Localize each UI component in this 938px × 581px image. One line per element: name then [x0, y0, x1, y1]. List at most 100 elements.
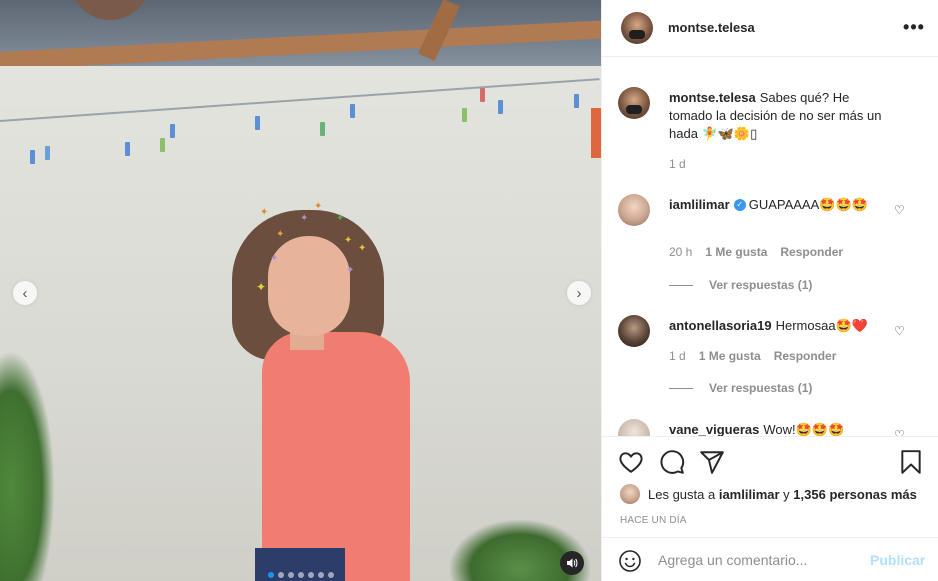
likes-others-link[interactable]: 1,356 personas más [793, 487, 917, 502]
comment-input[interactable] [658, 551, 858, 569]
clothespin [125, 142, 130, 156]
carousel-dot [268, 572, 274, 578]
clothespin [498, 100, 503, 114]
clothespin [170, 124, 175, 138]
like-comment-button[interactable]: ♡ [894, 325, 906, 337]
comment-time[interactable]: 20 h [669, 245, 692, 259]
avatar[interactable] [618, 87, 650, 119]
comment-username[interactable]: antonellasoria19 [669, 318, 772, 333]
butterfly-sticker: ✦ [344, 235, 353, 246]
comment-item: vane_vigueras Wow!🤩🤩🤩 ♡ [618, 419, 928, 437]
audio-toggle-button[interactable] [560, 551, 584, 575]
comment-icon[interactable] [659, 449, 685, 475]
chevron-left-icon: ‹ [22, 284, 28, 302]
carousel-dot [308, 572, 314, 578]
caption-block: montse.telesa Sabes qué? He tomado la dec… [618, 87, 928, 177]
butterfly-sticker: ✦ [314, 201, 323, 212]
clothespin [462, 108, 467, 122]
butterfly-sticker: ✦ [336, 213, 345, 224]
heart-outline-icon: ♡ [894, 203, 905, 217]
avatar[interactable] [621, 12, 653, 44]
comment-meta: 20 h 1 Me gusta Responder [669, 245, 843, 259]
comment-time[interactable]: 1 d [669, 349, 686, 363]
avatar[interactable] [618, 194, 650, 226]
carousel-dot [288, 572, 294, 578]
emoji-icon[interactable] [618, 549, 642, 573]
comment-likes[interactable]: 1 Me gusta [699, 349, 761, 363]
carousel-prev-button[interactable]: ‹ [13, 281, 37, 305]
post-header: montse.telesa ••• [602, 0, 938, 57]
clothespin [320, 122, 325, 136]
view-replies-button[interactable]: Ver respuestas (1) [669, 278, 812, 292]
like-comment-button[interactable]: ♡ [894, 204, 906, 216]
avatar[interactable] [620, 484, 640, 504]
clothespin [255, 116, 260, 130]
comment-item: antonellasoria19 Hermosaa🤩❤️ ♡ 1 d 1 Me g… [618, 315, 928, 415]
comment-text: vane_vigueras Wow!🤩🤩🤩 [669, 421, 891, 437]
clothespin [45, 146, 50, 160]
clothespin [30, 150, 35, 164]
post-actions: Les gusta a iamlilimar y 1,356 personas … [602, 437, 938, 537]
like-comment-button[interactable]: ♡ [894, 428, 906, 437]
caption-time[interactable]: 1 d [669, 157, 686, 171]
carousel-dots [268, 572, 334, 578]
publish-button[interactable]: Publicar [870, 552, 925, 568]
butterfly-sticker: ✦ [256, 280, 267, 294]
reply-button[interactable]: Responder [774, 349, 837, 363]
caption-text: montse.telesa Sabes qué? He tomado la dec… [669, 89, 891, 143]
more-icon: ••• [903, 17, 925, 37]
view-replies-label: Ver respuestas (1) [709, 278, 813, 292]
bookmark-icon[interactable] [898, 449, 924, 475]
comments-list[interactable]: montse.telesa Sabes qué? He tomado la dec… [602, 57, 938, 437]
post-author-username[interactable]: montse.telesa [668, 20, 755, 35]
likes-connector: y [783, 486, 790, 502]
view-replies-label: Ver respuestas (1) [709, 381, 813, 395]
clothespin [480, 88, 485, 102]
caption-meta: 1 d [669, 157, 686, 171]
reply-button[interactable]: Responder [780, 245, 843, 259]
photo-person-face [268, 236, 350, 336]
comment-body: Hermosaa🤩❤️ [775, 318, 868, 333]
carousel-dot [318, 572, 324, 578]
clothespin [574, 94, 579, 108]
comment-text: antonellasoria19 Hermosaa🤩❤️ [669, 317, 891, 335]
photo-plant [0, 350, 55, 581]
likes-prefix: Les gusta a [648, 486, 716, 502]
audio-icon [567, 558, 578, 568]
comment-meta: 1 d 1 Me gusta Responder [669, 349, 836, 363]
photo-red-object [591, 108, 601, 158]
likes-user-link[interactable]: iamlilimar [719, 487, 780, 502]
comment-body: GUAPAAAA🤩🤩🤩 [748, 197, 868, 212]
butterfly-sticker: ✦ [260, 207, 269, 218]
divider [669, 284, 693, 286]
likes-summary: Les gusta a iamlilimar y 1,356 personas … [620, 484, 917, 504]
comment-username[interactable]: iamlilimar [669, 197, 730, 212]
butterfly-sticker: ✦ [346, 265, 355, 276]
avatar[interactable] [618, 315, 650, 347]
divider [669, 387, 693, 389]
carousel-dot [328, 572, 334, 578]
butterfly-sticker: ✦ [300, 213, 309, 224]
post-photo[interactable]: ✦ ✦ ✦ ✦ ✦ ✦ ✦ ✦ ✦ ✦ ‹ › [0, 0, 601, 581]
carousel-next-button[interactable]: › [567, 281, 591, 305]
caption-username[interactable]: montse.telesa [669, 90, 756, 105]
avatar[interactable] [618, 419, 650, 436]
comment-body: Wow!🤩🤩🤩 [763, 422, 845, 437]
more-options-button[interactable]: ••• [902, 16, 926, 40]
carousel-dot [298, 572, 304, 578]
post-side-panel: montse.telesa ••• montse.telesa Sabes qué… [601, 0, 938, 581]
heart-outline-icon: ♡ [894, 324, 905, 338]
butterfly-sticker: ✦ [276, 229, 285, 240]
verified-icon: ✓ [733, 198, 746, 211]
chevron-right-icon: › [576, 284, 582, 302]
comment-username[interactable]: vane_vigueras [669, 422, 759, 436]
view-replies-button[interactable]: Ver respuestas (1) [669, 381, 812, 395]
clothespin [160, 138, 165, 152]
post-timestamp[interactable]: HACE UN DÍA [620, 515, 687, 526]
heart-outline-icon: ♡ [894, 428, 905, 437]
butterfly-sticker: ✦ [358, 243, 367, 254]
share-icon[interactable] [699, 449, 725, 475]
carousel-dot [278, 572, 284, 578]
heart-icon[interactable] [618, 449, 644, 475]
comment-likes[interactable]: 1 Me gusta [705, 245, 767, 259]
